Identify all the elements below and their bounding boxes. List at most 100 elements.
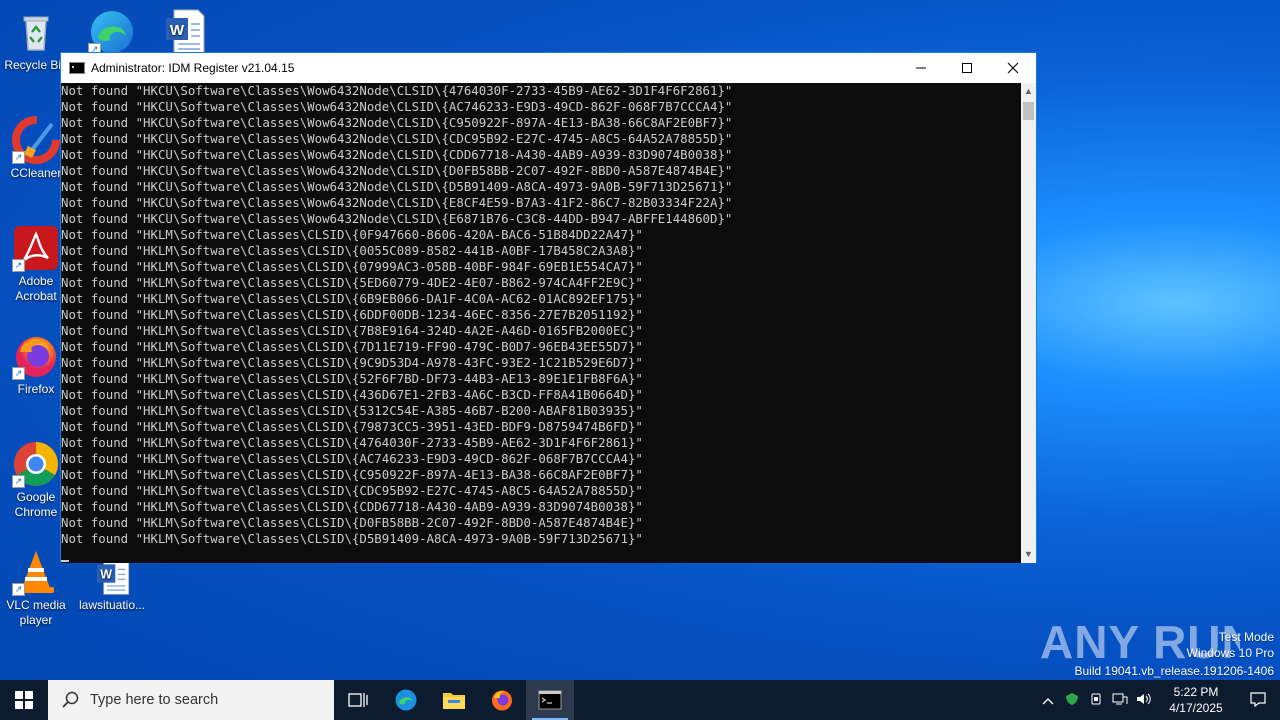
edge-icon <box>395 689 417 711</box>
device-icon[interactable] <box>1084 692 1108 709</box>
notifications-icon[interactable] <box>1236 691 1280 710</box>
taskbar-edge[interactable] <box>382 680 430 720</box>
taskbar-firefox[interactable] <box>478 680 526 720</box>
system-tray: 5:22 PM 4/17/2025 <box>1036 680 1280 720</box>
console-text: Not found "HKCU\Software\Classes\Wow6432… <box>61 83 1021 547</box>
console-line: Not found "HKLM\Software\Classes\CLSID\{… <box>61 531 643 546</box>
console-line: Not found "HKLM\Software\Classes\CLSID\{… <box>61 291 643 306</box>
taskbar: Type here to search 5:22 PM 4/17/2025 <box>0 680 1280 720</box>
shortcut-arrow-icon: ↗ <box>12 475 25 488</box>
firefox-icon <box>492 690 512 711</box>
console-line: Not found "HKCU\Software\Classes\Wow6432… <box>61 179 733 194</box>
windows-logo-icon <box>15 691 33 709</box>
console-line: Not found "HKCU\Software\Classes\Wow6432… <box>61 195 733 210</box>
console-line: Not found "HKCU\Software\Classes\Wow6432… <box>61 163 733 178</box>
console-cursor <box>61 560 69 562</box>
word-document-icon: W <box>160 8 208 56</box>
clock-date: 4/17/2025 <box>1169 701 1223 715</box>
task-view-icon <box>348 693 368 707</box>
taskbar-cmd[interactable] <box>526 680 574 720</box>
console-window[interactable]: Administrator: IDM Register v21.04.15 No… <box>60 52 1037 563</box>
console-line: Not found "HKCU\Software\Classes\Wow6432… <box>61 211 733 226</box>
svg-text:ANY RUN: ANY RUN <box>1040 616 1240 668</box>
desktop-icon-label: Firefox <box>17 382 55 396</box>
console-line: Not found "HKLM\Software\Classes\CLSID\{… <box>61 387 643 402</box>
desktop-icon-word-doc[interactable]: W <box>148 8 220 58</box>
console-line: Not found "HKLM\Software\Classes\CLSID\{… <box>61 419 643 434</box>
desktop-icon-label: VLC media player <box>6 598 66 627</box>
console-line: Not found "HKLM\Software\Classes\CLSID\{… <box>61 243 643 258</box>
console-line: Not found "HKLM\Software\Classes\CLSID\{… <box>61 499 643 514</box>
shortcut-arrow-icon: ↗ <box>12 151 25 164</box>
recycle-bin-icon <box>12 8 60 56</box>
minimize-button[interactable] <box>898 53 944 83</box>
network-icon[interactable] <box>1108 692 1132 709</box>
console-line: Not found "HKCU\Software\Classes\Wow6432… <box>61 99 733 114</box>
console-line: Not found "HKLM\Software\Classes\CLSID\{… <box>61 275 643 290</box>
windows-build-text: Build 19041.vb_release.191206-1406 <box>1074 664 1275 678</box>
console-line: Not found "HKLM\Software\Classes\CLSID\{… <box>61 355 643 370</box>
firefox-icon: ↗ <box>12 332 60 380</box>
desktop-icon-lawsituation[interactable]: W lawsituatio... <box>76 556 148 613</box>
task-view-button[interactable] <box>334 680 382 720</box>
console-line: Not found "HKLM\Software\Classes\CLSID\{… <box>61 467 643 482</box>
cmd-icon <box>69 62 85 74</box>
ccleaner-icon: ↗ <box>12 116 60 164</box>
window-titlebar[interactable]: Administrator: IDM Register v21.04.15 <box>61 53 1036 83</box>
console-line: Not found "HKLM\Software\Classes\CLSID\{… <box>61 483 643 498</box>
desktop-icon-edge[interactable]: ↗ <box>76 8 148 58</box>
console-line: Not found "HKLM\Software\Classes\CLSID\{… <box>61 435 643 450</box>
scroll-down-arrow-icon[interactable]: ▼ <box>1021 546 1036 563</box>
console-line: Not found "HKLM\Software\Classes\CLSID\{… <box>61 227 643 242</box>
shortcut-arrow-icon: ↗ <box>12 259 25 272</box>
search-icon <box>62 691 80 709</box>
console-line: Not found "HKLM\Software\Classes\CLSID\{… <box>61 323 643 338</box>
desktop-icon-label: Adobe Acrobat <box>15 274 57 303</box>
taskbar-file-explorer[interactable] <box>430 680 478 720</box>
volume-icon[interactable] <box>1132 692 1156 709</box>
clock-time: 5:22 PM <box>1173 685 1219 699</box>
shortcut-arrow-icon: ↗ <box>12 367 25 380</box>
shortcut-arrow-icon: ↗ <box>12 583 25 596</box>
taskbar-clock[interactable]: 5:22 PM 4/17/2025 <box>1156 684 1236 716</box>
console-line: Not found "HKLM\Software\Classes\CLSID\{… <box>61 307 643 322</box>
start-button[interactable] <box>0 680 48 720</box>
desktop-icon-label: Google Chrome <box>14 490 58 519</box>
console-line: Not found "HKCU\Software\Classes\Wow6432… <box>61 131 733 146</box>
vertical-scrollbar[interactable]: ▲ ▼ <box>1021 83 1036 563</box>
desktop-icon-label: CCleaner <box>10 166 62 180</box>
console-line: Not found "HKCU\Software\Classes\Wow6432… <box>61 147 733 162</box>
desktop-icon-label: lawsituatio... <box>78 598 146 612</box>
search-placeholder: Type here to search <box>90 692 219 708</box>
console-line: Not found "HKLM\Software\Classes\CLSID\{… <box>61 451 643 466</box>
adobe-acrobat-icon: ↗ <box>12 224 60 272</box>
close-button[interactable] <box>990 53 1036 83</box>
vlc-icon: ↗ <box>12 548 60 596</box>
windows-edition-text: Windows 10 Pro <box>1186 646 1274 660</box>
close-icon <box>1007 62 1019 74</box>
taskbar-search-box[interactable]: Type here to search <box>48 680 334 720</box>
console-line: Not found "HKLM\Software\Classes\CLSID\{… <box>61 515 643 530</box>
folder-icon <box>443 693 465 709</box>
maximize-button[interactable] <box>944 53 990 83</box>
console-line: Not found "HKCU\Software\Classes\Wow6432… <box>61 83 733 98</box>
minimize-icon <box>916 67 926 69</box>
console-line: Not found "HKLM\Software\Classes\CLSID\{… <box>61 403 643 418</box>
chevron-up-icon[interactable] <box>1036 693 1060 708</box>
svg-text:W: W <box>100 568 112 582</box>
console-output[interactable]: Not found "HKCU\Software\Classes\Wow6432… <box>61 83 1021 563</box>
test-mode-text: Test Mode <box>1218 630 1274 644</box>
console-line: Not found "HKLM\Software\Classes\CLSID\{… <box>61 371 643 386</box>
console-line: Not found "HKCU\Software\Classes\Wow6432… <box>61 115 733 130</box>
edge-icon: ↗ <box>88 8 136 56</box>
console-line: Not found "HKLM\Software\Classes\CLSID\{… <box>61 259 643 274</box>
console-line: Not found "HKLM\Software\Classes\CLSID\{… <box>61 339 643 354</box>
scroll-up-arrow-icon[interactable]: ▲ <box>1021 83 1036 100</box>
maximize-icon <box>962 63 972 73</box>
cmd-icon <box>538 690 562 710</box>
scrollbar-thumb[interactable] <box>1023 102 1034 120</box>
svg-text:W: W <box>170 22 185 39</box>
chrome-icon: ↗ <box>12 440 60 488</box>
security-shield-icon[interactable] <box>1060 692 1084 709</box>
window-title: Administrator: IDM Register v21.04.15 <box>91 61 295 75</box>
